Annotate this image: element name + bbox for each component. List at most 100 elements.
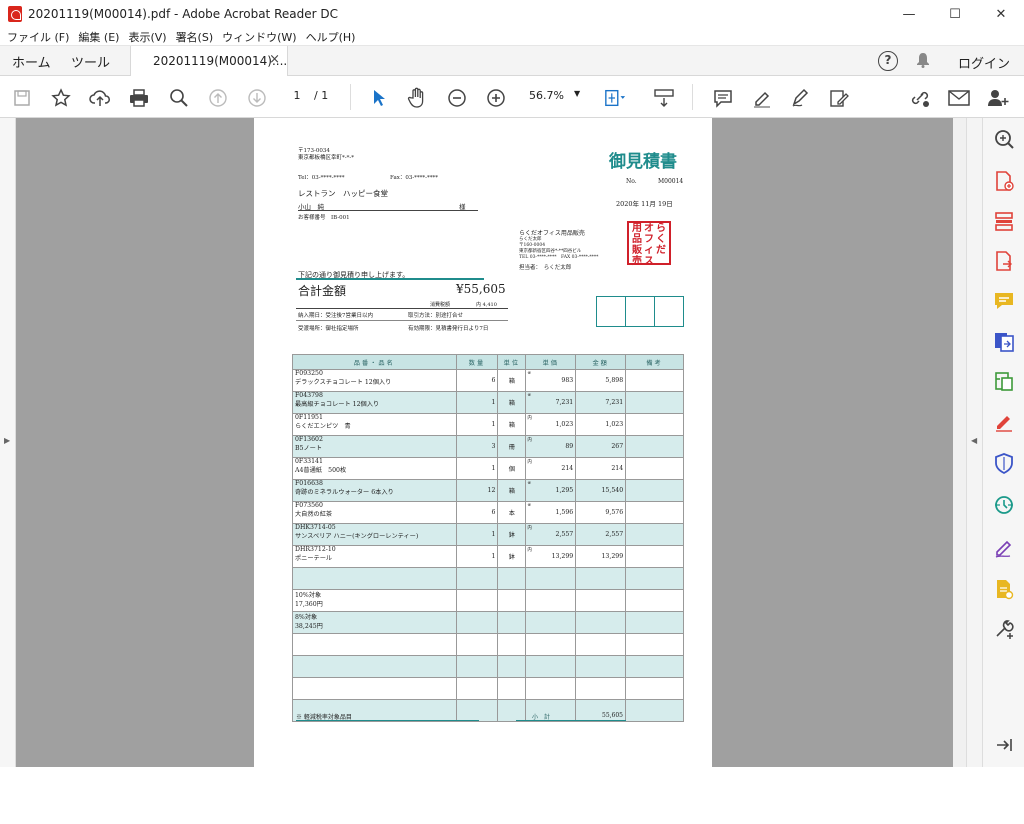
expand-right-icon: ▶ (4, 436, 11, 445)
item-tax-mark: 内 (527, 416, 532, 421)
scroll-mode-icon[interactable] (653, 87, 675, 109)
customize-tools-icon[interactable] (993, 618, 1015, 640)
item-price-cell: 内 89 (525, 435, 577, 458)
previous-page-icon[interactable] (207, 87, 229, 109)
item-tax-mark: ※ (527, 393, 532, 398)
zoom-level-select[interactable]: 56.7% (529, 89, 564, 102)
tax-amount: 内 4,410 (476, 302, 497, 308)
hand-tool-icon[interactable] (406, 87, 428, 109)
export-pdf-icon[interactable] (993, 250, 1015, 272)
comment-icon[interactable] (712, 87, 734, 109)
item-note (625, 545, 684, 568)
item-tax-mark: 内 (527, 460, 532, 465)
left-panel-toggle[interactable]: ▶ (0, 118, 16, 767)
more-tools-doc-icon[interactable] (993, 578, 1015, 600)
fill-sign-icon[interactable] (828, 87, 850, 109)
tab-home[interactable]: ホーム (12, 52, 51, 71)
item-qty: 6 (455, 501, 499, 524)
zoom-search-icon[interactable] (993, 128, 1015, 150)
item-cell: F093250 デラックスチョコレート 12個入り (292, 369, 457, 392)
fit-page-icon[interactable] (604, 87, 626, 109)
compress-pdf-icon[interactable] (993, 370, 1015, 392)
request-signature-icon[interactable] (993, 536, 1015, 558)
item-qty: 1 (455, 413, 499, 436)
create-pdf-icon[interactable] (993, 170, 1015, 192)
item-name: ポニーテール (295, 555, 333, 562)
item-note (625, 413, 684, 436)
right-panel-toggle[interactable]: ◀ (966, 118, 982, 767)
document-title: 御見積書 (609, 152, 677, 172)
col-item: 品番・品名 (292, 354, 457, 370)
save-icon[interactable] (11, 87, 33, 109)
item-price: 13,299 (551, 553, 574, 560)
menu-sign[interactable]: 署名(S) (176, 29, 214, 45)
item-qty: 1 (455, 545, 499, 568)
combine-files-icon[interactable] (993, 330, 1015, 352)
item-unit: 冊 (497, 435, 527, 458)
item-note (625, 523, 684, 546)
collapse-pane-icon[interactable] (993, 734, 1015, 756)
menu-file[interactable]: ファイル (F) (7, 29, 69, 45)
tax10-value: 17,360円 (295, 601, 323, 608)
bookmark-star-icon[interactable] (50, 87, 72, 109)
item-note (625, 479, 684, 502)
zoom-out-icon[interactable] (446, 87, 468, 109)
item-note (625, 369, 684, 392)
print-icon[interactable] (128, 87, 150, 109)
item-amount: 7,231 (575, 391, 627, 414)
item-note (625, 391, 684, 414)
delivery-date: 納入期日：受注後7営業日以内 (298, 313, 374, 319)
item-unit: 箱 (497, 369, 527, 392)
table-row: F093250 デラックスチョコレート 12個入り 6 箱 ※ 983 5,898 (292, 369, 684, 392)
item-amount: 214 (575, 457, 627, 480)
menu-window[interactable]: ウィンドウ(W) (222, 29, 296, 45)
quote-number-label: No. (626, 178, 637, 185)
close-window-button[interactable]: ✕ (978, 0, 1024, 28)
login-link[interactable]: ログイン (958, 53, 1010, 72)
item-code: DHR3712-10 (295, 546, 336, 553)
next-page-icon[interactable] (246, 87, 268, 109)
email-icon[interactable] (948, 87, 970, 109)
help-icon[interactable]: ? (878, 51, 898, 71)
fill-sign-tool-icon[interactable] (993, 410, 1015, 432)
highlight-pen-icon[interactable] (751, 87, 773, 109)
maximize-button[interactable]: ☐ (932, 0, 978, 28)
toolbar: 1 / 1 56.7% ▼ (0, 76, 1024, 118)
bell-icon[interactable] (916, 52, 930, 72)
draw-pen-icon[interactable] (789, 87, 811, 109)
tax8-value: 38,245円 (295, 623, 323, 630)
menu-view[interactable]: 表示(V) (128, 29, 166, 45)
minimize-button[interactable]: — (886, 0, 932, 28)
search-icon[interactable] (168, 87, 190, 109)
select-cursor-icon[interactable] (368, 87, 390, 109)
item-cell: DHK3714-05 サンスベリア ハニー(キングローレンティー) (292, 523, 457, 546)
organize-pages-icon[interactable] (993, 210, 1015, 232)
send-track-icon[interactable] (993, 494, 1015, 516)
share-link-icon[interactable] (909, 87, 931, 109)
protect-shield-icon[interactable] (993, 452, 1015, 475)
tab-document[interactable]: 20201119(M00014).... × (130, 46, 288, 76)
item-cell: 0F33141 A4普通紙 500枚 (292, 457, 457, 480)
subtotal-value: 55,605 (602, 712, 623, 719)
item-price: 1,596 (555, 509, 574, 516)
comment-tool-icon[interactable] (993, 290, 1015, 312)
table-row: F043798 最高級チョコレート 12個入り 1 箱 ※ 7,231 7,231 (292, 391, 684, 414)
cloud-upload-icon[interactable] (89, 87, 111, 109)
add-user-icon[interactable] (987, 87, 1009, 109)
zoom-in-icon[interactable] (485, 87, 507, 109)
page-number-input[interactable]: 1 (285, 89, 309, 105)
vertical-scrollbar[interactable] (953, 118, 966, 767)
item-name: サンスベリア ハニー(キングローレンティー) (295, 533, 419, 540)
chevron-down-icon[interactable]: ▼ (574, 89, 580, 98)
item-unit: 箱 (497, 479, 527, 502)
item-qty: 6 (455, 369, 499, 392)
note-rule (296, 720, 479, 721)
toolbar-divider (350, 84, 351, 110)
menu-edit[interactable]: 編集 (E) (78, 29, 119, 45)
tab-tools[interactable]: ツール (71, 52, 110, 71)
item-price-cell: ※ 983 (525, 369, 577, 392)
tab-close-button[interactable]: × (269, 52, 280, 67)
item-price: 983 (561, 377, 574, 384)
item-price: 1,295 (555, 487, 574, 494)
menu-help[interactable]: ヘルプ(H) (306, 29, 356, 45)
